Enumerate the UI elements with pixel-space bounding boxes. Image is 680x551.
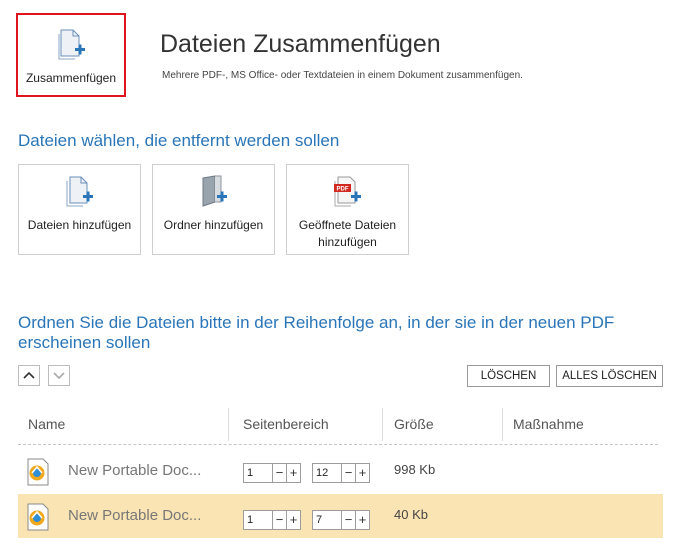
page-title: Dateien Zusammenfügen	[160, 30, 441, 58]
add-files-button[interactable]: Dateien hinzufügen	[18, 164, 141, 255]
column-header-action: Maßnahme	[513, 416, 584, 432]
column-divider	[502, 408, 503, 441]
add-open-files-label: Geöffnete Dateien hinzufügen	[298, 218, 397, 249]
svg-text:PDF: PDF	[337, 187, 349, 193]
merge-button[interactable]: Zusammenfügen	[16, 13, 126, 97]
page-to-stepper[interactable]: 12 − +	[312, 463, 370, 483]
page-subtitle: Mehrere PDF-, MS Office- oder Textdateie…	[162, 70, 523, 81]
file-size: 40 Kb	[394, 507, 428, 522]
pdf-file-icon	[25, 503, 51, 536]
table-row-selected[interactable]: New Portable Doc... 1 − + 7 − + 40 Kb	[18, 494, 663, 538]
page-to-input[interactable]: 7	[312, 510, 342, 530]
page-from-stepper[interactable]: 1 − +	[243, 510, 301, 530]
pdf-add-icon: PDF	[333, 175, 363, 214]
file-add-icon	[65, 175, 95, 214]
header-divider	[18, 444, 658, 445]
page-to-input[interactable]: 12	[312, 463, 342, 483]
delete-button[interactable]: LÖSCHEN	[467, 365, 550, 387]
delete-all-button[interactable]: ALLES LÖSCHEN	[556, 365, 663, 387]
add-files-label: Dateien hinzufügen	[27, 218, 132, 232]
chevron-down-icon	[53, 372, 65, 380]
page-from-stepper[interactable]: 1 − +	[243, 463, 301, 483]
file-name: New Portable Doc...	[68, 507, 202, 524]
page-from-input[interactable]: 1	[243, 510, 273, 530]
move-up-button[interactable]	[18, 365, 40, 386]
increment-button[interactable]: +	[287, 510, 301, 530]
chevron-up-icon	[23, 371, 35, 379]
increment-button[interactable]: +	[356, 463, 370, 483]
select-files-heading: Dateien wählen, die entfernt werden soll…	[18, 131, 340, 150]
increment-button[interactable]: +	[356, 510, 370, 530]
decrement-button[interactable]: −	[342, 510, 356, 530]
file-size: 998 Kb	[394, 462, 436, 477]
column-header-size: Größe	[394, 416, 434, 432]
folder-add-icon	[199, 175, 229, 214]
page-to-stepper[interactable]: 7 − +	[312, 510, 370, 530]
decrement-button[interactable]: −	[273, 463, 287, 483]
order-files-heading: Ordnen Sie die Dateien bitte in der Reih…	[18, 313, 615, 352]
pdf-file-icon	[25, 458, 51, 491]
table-row[interactable]: New Portable Doc... 1 − + 12 − + 998 Kb	[18, 449, 663, 493]
decrement-button[interactable]: −	[342, 463, 356, 483]
move-down-button[interactable]	[48, 365, 70, 386]
merge-button-label: Zusammenfügen	[25, 71, 117, 85]
column-header-page-range: Seitenbereich	[243, 416, 329, 432]
column-header-name: Name	[28, 416, 66, 432]
add-folder-label: Ordner hinzufügen	[163, 218, 264, 232]
increment-button[interactable]: +	[287, 463, 301, 483]
merge-files-icon	[58, 29, 88, 68]
file-name: New Portable Doc...	[68, 462, 202, 479]
column-divider	[228, 408, 229, 441]
decrement-button[interactable]: −	[273, 510, 287, 530]
add-folder-button[interactable]: Ordner hinzufügen	[152, 164, 275, 255]
column-divider	[382, 408, 383, 441]
add-open-files-button[interactable]: PDF Geöffnete Dateien hinzufügen	[286, 164, 409, 255]
page-from-input[interactable]: 1	[243, 463, 273, 483]
